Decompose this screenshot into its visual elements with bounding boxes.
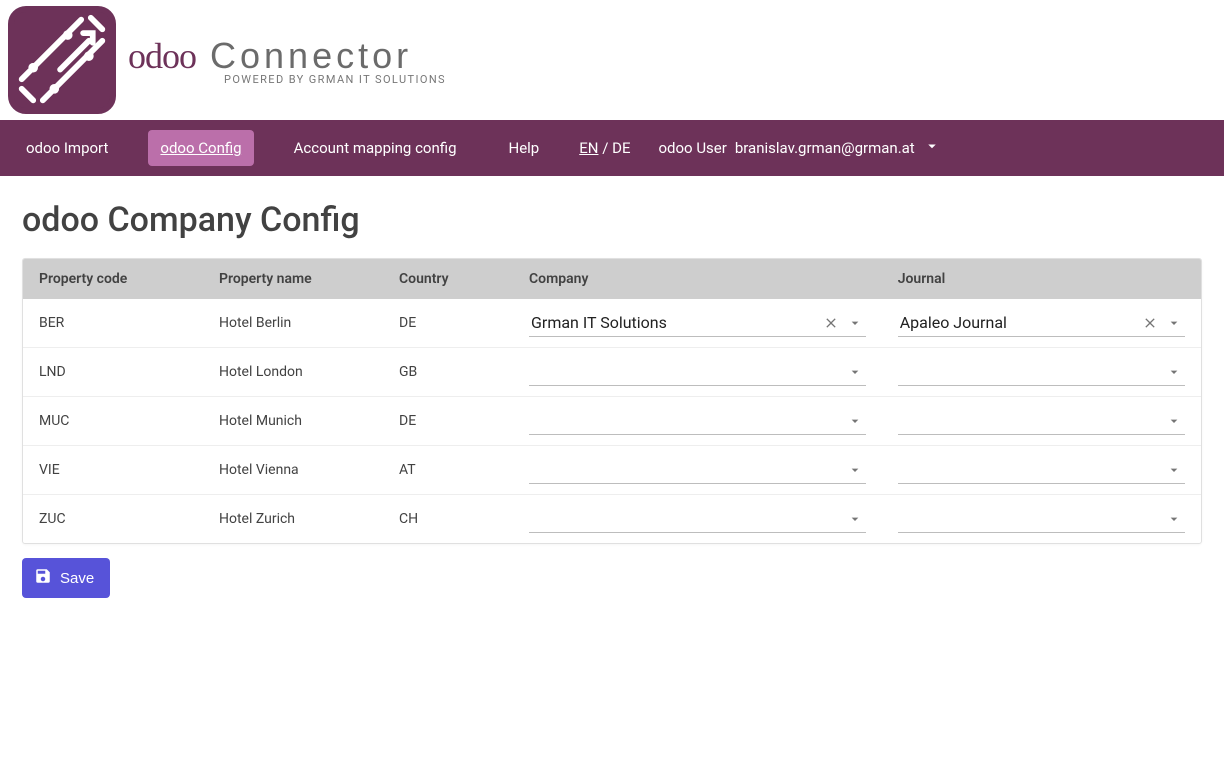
save-button-label: Save [60,570,94,587]
cell-property-code: BER [23,299,203,348]
nav-config[interactable]: odoo Config [148,130,253,166]
cell-journal-select[interactable] [898,407,1185,435]
cell-property-name: Hotel Berlin [203,299,383,348]
caret-down-icon[interactable] [846,510,864,528]
cell-property-code: ZUC [23,495,203,544]
cell-company [513,495,882,544]
cell-journal-select[interactable] [898,358,1185,386]
cell-country: GB [383,348,513,397]
cell-property-name: Hotel London [203,348,383,397]
lang-switch: EN / DE [579,139,630,157]
save-button[interactable]: Save [22,558,110,598]
header: odoo Connector POWERED BY GRMAN IT SOLUT… [0,0,1224,120]
cell-country: CH [383,495,513,544]
brand-tagline: POWERED BY GRMAN IT SOLUTIONS [224,73,446,86]
page-title: odoo Company Config [22,200,1202,240]
cell-property-code: LND [23,348,203,397]
col-property-code: Property code [23,259,203,299]
cell-company-select[interactable] [529,456,866,484]
cell-journal: Apaleo Journal [882,299,1201,348]
caret-down-icon[interactable] [1165,510,1183,528]
cell-company-select[interactable] [529,358,866,386]
config-table: Property code Property name Country Comp… [23,259,1201,543]
col-company: Company [513,259,882,299]
brand-product: Connector [210,35,412,77]
cell-journal-select[interactable] [898,505,1185,533]
cell-property-code: VIE [23,446,203,495]
brand-odoo: odoo [128,35,196,77]
caret-down-icon[interactable] [1165,363,1183,381]
caret-down-icon[interactable] [846,314,864,332]
cell-company [513,446,882,495]
cell-journal [882,446,1201,495]
cell-company [513,397,882,446]
table-row: MUCHotel MunichDE [23,397,1201,446]
cell-country: DE [383,397,513,446]
nav-import[interactable]: odoo Import [14,130,120,166]
cell-company-select[interactable]: Grman IT Solutions [529,309,866,337]
cell-journal [882,348,1201,397]
cell-property-name: Hotel Munich [203,397,383,446]
user-menu[interactable]: odoo User branislav.grman@grman.at [658,137,940,159]
select-value: Grman IT Solutions [531,313,822,332]
config-table-card: Property code Property name Country Comp… [22,258,1202,544]
col-journal: Journal [882,259,1201,299]
cell-company: Grman IT Solutions [513,299,882,348]
caret-down-icon[interactable] [1165,461,1183,479]
user-label: odoo User [658,139,726,157]
table-row: LNDHotel LondonGB [23,348,1201,397]
cell-journal-select[interactable]: Apaleo Journal [898,309,1185,337]
user-email: branislav.grman@grman.at [735,139,915,157]
table-row: ZUCHotel ZurichCH [23,495,1201,544]
caret-down-icon[interactable] [846,363,864,381]
logo [8,6,116,114]
cell-company-select[interactable] [529,407,866,435]
nav-account-mapping[interactable]: Account mapping config [282,130,469,166]
lang-de[interactable]: DE [612,139,630,157]
brand-text: odoo Connector POWERED BY GRMAN IT SOLUT… [128,35,446,86]
chevron-down-icon [923,137,941,159]
caret-down-icon[interactable] [1165,314,1183,332]
table-row: VIEHotel ViennaAT [23,446,1201,495]
cell-company-select[interactable] [529,505,866,533]
col-country: Country [383,259,513,299]
caret-down-icon[interactable] [846,461,864,479]
cell-journal [882,495,1201,544]
table-row: BERHotel BerlinDE Grman IT Solutions Apale… [23,299,1201,348]
cell-property-name: Hotel Vienna [203,446,383,495]
cell-company [513,348,882,397]
navbar: odoo Import odoo Config Account mapping … [0,120,1224,176]
cell-country: DE [383,299,513,348]
cell-property-code: MUC [23,397,203,446]
save-icon [34,567,52,589]
nav-help[interactable]: Help [497,130,552,166]
cell-journal-select[interactable] [898,456,1185,484]
cell-country: AT [383,446,513,495]
clear-icon[interactable] [822,314,840,332]
cell-property-name: Hotel Zurich [203,495,383,544]
clear-icon[interactable] [1141,314,1159,332]
col-property-name: Property name [203,259,383,299]
lang-en[interactable]: EN [579,139,598,157]
select-value: Apaleo Journal [900,313,1141,332]
cell-journal [882,397,1201,446]
caret-down-icon[interactable] [1165,412,1183,430]
main-container: odoo Company Config Property code Proper… [0,176,1224,628]
caret-down-icon[interactable] [846,412,864,430]
